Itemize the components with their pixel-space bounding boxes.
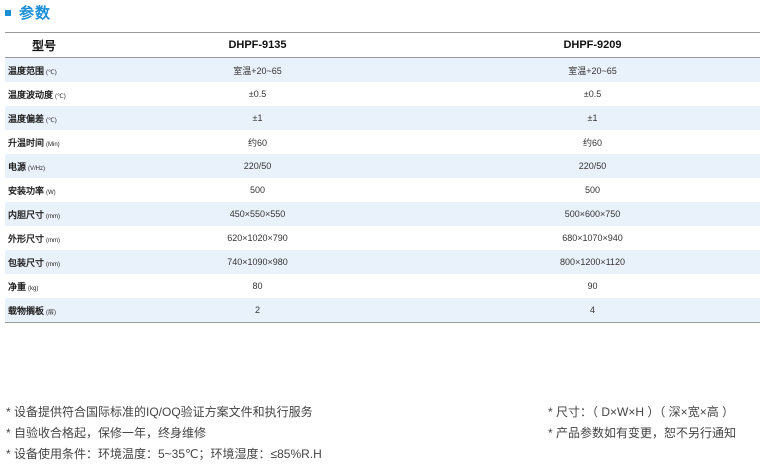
row-name: 温度偏差: [8, 113, 45, 124]
row-name: 安装功率: [8, 185, 45, 196]
section-title: 参数: [19, 4, 52, 22]
row-unit: (mm): [46, 237, 61, 244]
row-name: 电源: [8, 161, 27, 172]
row-unit: (Min): [46, 141, 60, 148]
row-unit: (kg): [28, 285, 39, 292]
row-label: 升温时间 (Min): [5, 130, 90, 154]
note-item: * 自验收合格起，保修一年，终身维修: [6, 426, 207, 440]
row-name: 外形尺寸: [8, 233, 45, 244]
row-label: 净重 (kg): [5, 274, 90, 298]
row-value-2: 220/50: [425, 154, 760, 178]
row-value-1: 500: [90, 178, 425, 202]
row-unit: (W): [46, 189, 56, 196]
table-row: 内胆尺寸 (mm) 450×550×550 500×600×750: [5, 202, 760, 226]
row-unit: (层): [46, 309, 57, 316]
row-value-2: 500×600×750: [425, 202, 760, 226]
row-name: 包装尺寸: [8, 257, 45, 268]
row-value-1: ±0.5: [90, 82, 425, 106]
table-row: 载物搁板 (层) 2 4: [5, 298, 760, 323]
row-name: 净重: [8, 281, 27, 292]
notes-left: * 设备提供符合国际标准的IQ/OQ验证方案文件和执行服务 * 自验收合格起，保…: [6, 402, 322, 465]
table-row: 温度偏差 (℃) ±1 ±1: [5, 106, 760, 130]
row-value-1: 220/50: [90, 154, 425, 178]
row-value-1: ±1: [90, 106, 425, 130]
row-value-2: 90: [425, 274, 760, 298]
row-name: 温度范围: [8, 65, 45, 76]
table-row: 外形尺寸 (mm) 620×1020×790 680×1070×940: [5, 226, 760, 250]
table-row: 安装功率 (W) 500 500: [5, 178, 760, 202]
row-value-2: ±1: [425, 106, 760, 130]
row-unit: (mm): [46, 213, 61, 220]
row-value-1: 80: [90, 274, 425, 298]
row-label: 安装功率 (W): [5, 178, 90, 202]
row-unit: (℃): [46, 117, 57, 124]
note-item: * 设备提供符合国际标准的IQ/OQ验证方案文件和执行服务: [6, 405, 313, 419]
header-model-1: DHPF-9135: [90, 32, 425, 58]
row-label: 内胆尺寸 (mm): [5, 202, 90, 226]
row-unit: (V/Hz): [28, 165, 46, 172]
section-bullet-icon: [5, 9, 11, 16]
notes-right: * 尺寸：（ D×W×H ）（ 深×宽×高 ） * 产品参数如有变更，恕不另行通…: [548, 402, 736, 444]
row-value-2: ±0.5: [425, 82, 760, 106]
table-row: 温度波动度 (℃) ±0.5 ±0.5: [5, 82, 760, 106]
row-name: 内胆尺寸: [8, 209, 45, 220]
row-value-2: 800×1200×1120: [425, 250, 760, 274]
note-item: * 设备使用条件：环境温度：5~35℃；环境湿度：≤85%R.H: [6, 447, 322, 461]
row-label: 电源 (V/Hz): [5, 154, 90, 178]
row-name: 升温时间: [8, 137, 45, 148]
row-value-2: 500: [425, 178, 760, 202]
row-value-2: 4: [425, 298, 760, 323]
row-label: 温度偏差 (℃): [5, 106, 90, 130]
table-row: 电源 (V/Hz) 220/50 220/50: [5, 154, 760, 178]
row-label: 包装尺寸 (mm): [5, 250, 90, 274]
row-unit: (℃): [46, 69, 57, 76]
row-name: 温度波动度: [8, 89, 54, 100]
table-row: 升温时间 (Min) 约60 约60: [5, 130, 760, 154]
header-label: 型号: [5, 32, 90, 58]
table-header-row: 型号 DHPF-9135 DHPF-9209: [5, 32, 760, 58]
row-value-1: 450×550×550: [90, 202, 425, 226]
row-label: 温度范围 (℃): [5, 57, 90, 82]
row-label: 温度波动度 (℃): [5, 82, 90, 106]
header-model-2: DHPF-9209: [425, 32, 760, 58]
row-label: 载物搁板 (层): [5, 298, 90, 323]
row-unit: (mm): [46, 261, 61, 268]
row-value-1: 740×1090×980: [90, 250, 425, 274]
row-value-2: 680×1070×940: [425, 226, 760, 250]
row-value-1: 2: [90, 298, 425, 323]
spec-table: 型号 DHPF-9135 DHPF-9209 温度范围 (℃) 室温+20~65 …: [5, 32, 760, 323]
row-value-1: 约60: [90, 130, 425, 154]
note-item: * 尺寸：（ D×W×H ）（ 深×宽×高 ）: [548, 405, 735, 419]
row-value-2: 约60: [425, 130, 760, 154]
table-row: 包装尺寸 (mm) 740×1090×980 800×1200×1120: [5, 250, 760, 274]
row-label: 外形尺寸 (mm): [5, 226, 90, 250]
row-unit: (℃): [55, 93, 66, 100]
note-item: * 产品参数如有变更，恕不另行通知: [548, 426, 737, 440]
row-value-2: 室温+20~65: [425, 57, 760, 82]
row-value-1: 室温+20~65: [90, 57, 425, 82]
table-row: 温度范围 (℃) 室温+20~65 室温+20~65: [5, 57, 760, 82]
row-name: 载物搁板: [8, 305, 45, 316]
table-row: 净重 (kg) 80 90: [5, 274, 760, 298]
row-value-1: 620×1020×790: [90, 226, 425, 250]
section-header: 参数: [5, 2, 51, 22]
